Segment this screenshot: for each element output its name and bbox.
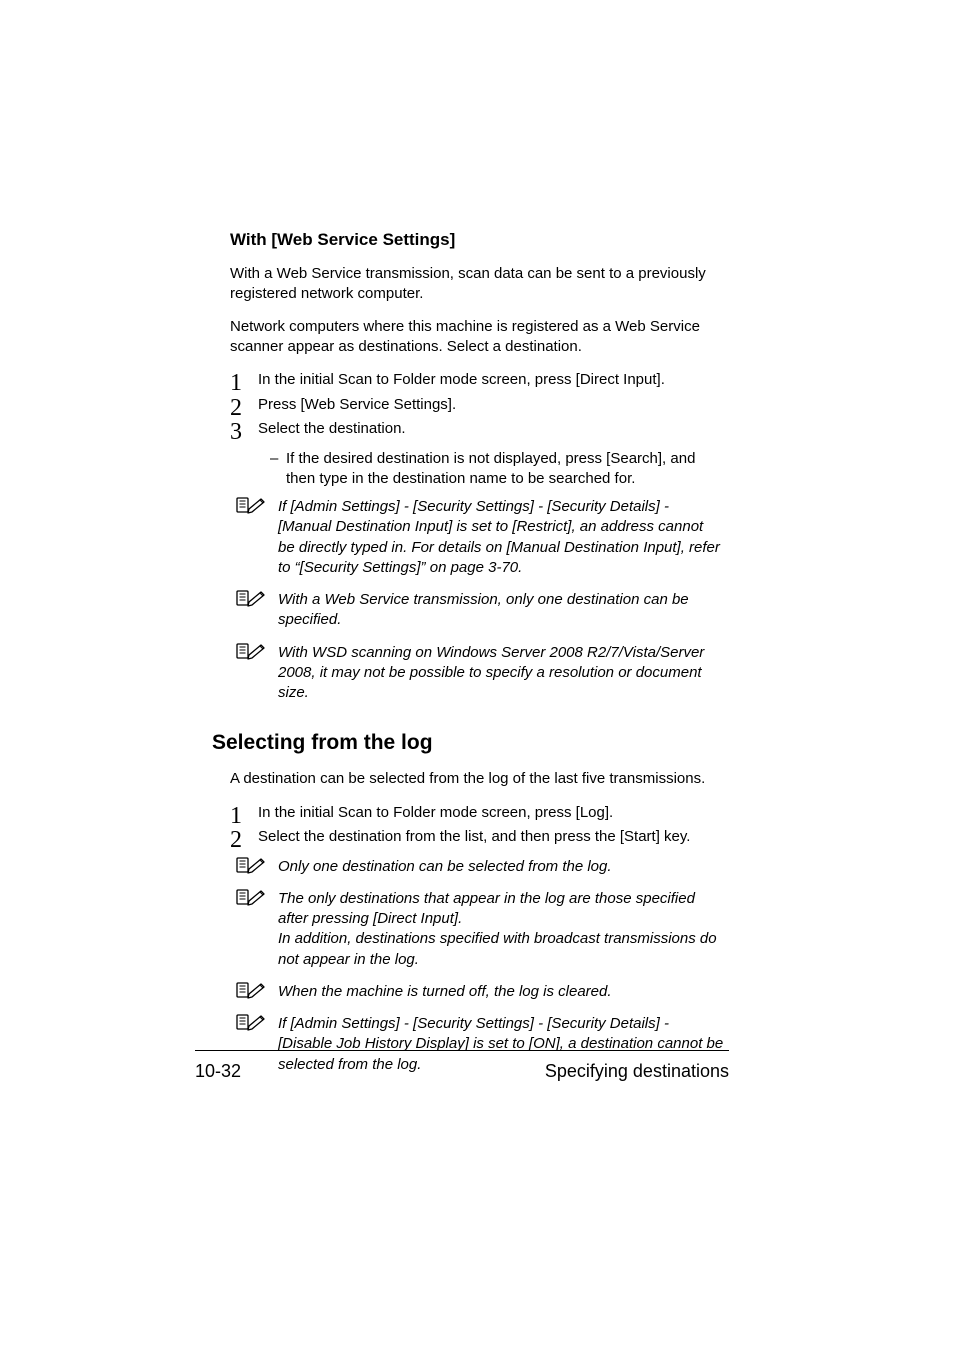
note: With WSD scanning on Windows Server 2008… <box>230 643 724 704</box>
note-pencil-icon <box>236 641 266 661</box>
step-number: 3 <box>230 414 242 450</box>
note-text: With a Web Service transmission, only on… <box>278 591 689 628</box>
page-footer: 10-32 Specifying destinations <box>195 1050 729 1082</box>
step-item: 1In the initial Scan to Folder mode scre… <box>230 369 724 392</box>
note-pencil-icon <box>236 1012 266 1032</box>
note: With a Web Service transmission, only on… <box>230 590 724 631</box>
step-item: 2Press [Web Service Settings]. <box>230 394 724 417</box>
note-text: Only one destination can be selected fro… <box>278 858 612 875</box>
note-text: With WSD scanning on Windows Server 2008… <box>278 644 704 702</box>
footer-section-title: Specifying destinations <box>545 1061 729 1082</box>
note-text: When the machine is turned off, the log … <box>278 983 612 1000</box>
footer-divider <box>195 1050 729 1051</box>
page-content: With [Web Service Settings] With a Web S… <box>0 0 954 1075</box>
step-text: Select the destination from the list, an… <box>258 828 690 845</box>
note: When the machine is turned off, the log … <box>230 982 724 1002</box>
note: Only one destination can be selected fro… <box>230 857 724 877</box>
dash-bullet: – <box>270 449 278 469</box>
step-text: In the initial Scan to Folder mode scree… <box>258 371 665 388</box>
page-number: 10-32 <box>195 1061 241 1082</box>
note-pencil-icon <box>236 980 266 1000</box>
sub-bullet-text: If the desired destination is not displa… <box>286 450 695 487</box>
step-text: Press [Web Service Settings]. <box>258 396 456 413</box>
note-text: The only destinations that appear in the… <box>278 890 695 927</box>
step-item: 2Select the destination from the list, a… <box>230 826 724 849</box>
body-paragraph: Network computers where this machine is … <box>230 317 724 358</box>
step-text: Select the destination. <box>258 420 406 437</box>
note-pencil-icon <box>236 887 266 907</box>
numbered-steps: 1In the initial Scan to Folder mode scre… <box>230 802 724 849</box>
numbered-steps: 1In the initial Scan to Folder mode scre… <box>230 369 724 441</box>
note: If [Admin Settings] - [Security Settings… <box>230 497 724 578</box>
note: The only destinations that appear in the… <box>230 889 724 970</box>
note-text: If [Admin Settings] - [Security Settings… <box>278 498 720 576</box>
web-service-heading: With [Web Service Settings] <box>230 230 724 250</box>
step-item: 1In the initial Scan to Folder mode scre… <box>230 802 724 825</box>
note-text: In addition, destinations specified with… <box>278 930 717 967</box>
note-pencil-icon <box>236 495 266 515</box>
step-number: 2 <box>230 822 242 858</box>
note-pencil-icon <box>236 855 266 875</box>
selecting-from-log-heading: Selecting from the log <box>212 731 724 755</box>
step-item: 3Select the destination. <box>230 418 724 441</box>
body-paragraph: A destination can be selected from the l… <box>230 769 724 789</box>
note-pencil-icon <box>236 588 266 608</box>
sub-bullet: – If the desired destination is not disp… <box>230 449 724 490</box>
step-text: In the initial Scan to Folder mode scree… <box>258 804 613 821</box>
body-paragraph: With a Web Service transmission, scan da… <box>230 264 724 305</box>
